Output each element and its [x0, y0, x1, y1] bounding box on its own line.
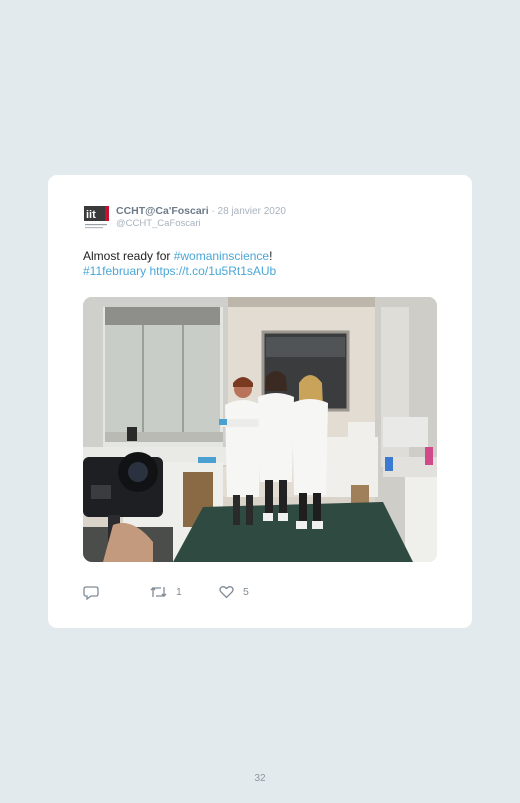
author-handle[interactable]: @CCHT_CaFoscari: [116, 218, 201, 229]
hashtag-womaninscience[interactable]: #womaninscience: [174, 249, 269, 263]
hashtag-11february[interactable]: #11february: [83, 264, 146, 278]
avatar-logo-text: iit: [86, 209, 96, 221]
avatar[interactable]: iit: [84, 204, 110, 232]
tweet-header: CCHT@Ca'Foscari · 28 janvier 2020: [116, 205, 286, 217]
author-name[interactable]: CCHT@Ca'Foscari: [116, 205, 209, 217]
reply-button[interactable]: [83, 583, 99, 601]
tweet-card: iit CCHT@Ca'Foscari · 28 janvier 2020 @C…: [48, 175, 472, 628]
retweet-button[interactable]: 1: [150, 583, 182, 601]
retweet-icon: [150, 587, 167, 597]
heart-icon: [219, 586, 234, 599]
tweet-text-suffix: !: [269, 249, 273, 263]
tweet-text-prefix: Almost ready for: [83, 249, 174, 263]
lab-photo-image: [83, 297, 437, 562]
page: iit CCHT@Ca'Foscari · 28 janvier 2020 @C…: [0, 0, 520, 803]
tweet-photo[interactable]: [83, 297, 437, 562]
iit-logo-icon: iit: [84, 206, 109, 229]
reply-icon: [83, 585, 99, 600]
tweet-actions: 1 5: [83, 583, 383, 601]
tweet-text: Almost ready for #womaninscience! #11feb…: [83, 249, 443, 279]
tweet-link[interactable]: https://t.co/1u5Rt1sAUb: [150, 264, 277, 278]
like-count: 5: [243, 586, 249, 598]
tweet-date[interactable]: · 28 janvier 2020: [209, 206, 286, 217]
retweet-count: 1: [176, 586, 182, 598]
like-button[interactable]: 5: [219, 583, 249, 601]
page-number: 32: [254, 773, 266, 784]
